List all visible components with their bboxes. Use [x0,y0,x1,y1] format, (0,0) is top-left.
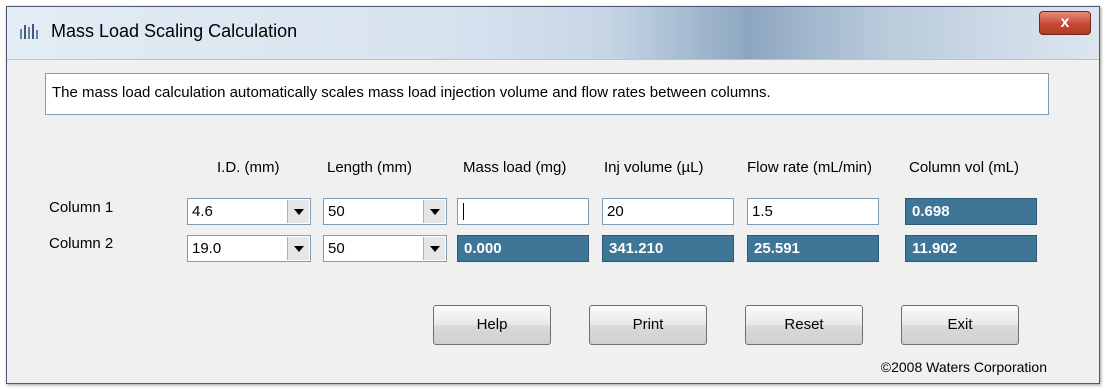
column-1-inj-volume-input[interactable]: 20 [602,198,734,225]
row-label-column-2: Column 2 [49,235,114,252]
description-field[interactable]: The mass load calculation automatically … [45,73,1049,115]
column-2-id-select[interactable]: 19.0 [187,235,311,262]
header-length: Length (mm) [327,159,413,176]
header-column-vol: Column vol (mL) [909,159,1020,176]
column-2-length-select[interactable]: 50 [323,235,447,262]
mass-load-dialog: Mass Load Scaling Calculation x The mass… [6,6,1100,384]
chevron-down-icon[interactable] [423,200,445,223]
column-2-inj-volume-output: 341.210 [602,235,734,262]
column-2-id-value: 19.0 [192,240,222,257]
close-icon: x [1060,14,1070,31]
chevron-down-icon[interactable] [423,237,445,260]
waters-app-icon [20,24,38,39]
header-flow-rate: Flow rate (mL/min) [747,159,873,176]
chevron-down-icon[interactable] [287,237,309,260]
column-1-column-vol-output: 0.698 [905,198,1037,225]
column-1-id-value: 4.6 [192,203,213,220]
close-button[interactable]: x [1039,11,1091,35]
copyright-text: ©2008 Waters Corporation [880,359,1047,375]
exit-button[interactable]: Exit [901,305,1019,345]
column-1-flow-rate-input[interactable]: 1.5 [747,198,879,225]
column-1-length-select[interactable]: 50 [323,198,447,225]
column-1-length-value: 50 [328,203,345,220]
header-inj-volume: Inj volume (µL) [604,159,704,176]
column-2-column-vol-output: 11.902 [905,235,1037,262]
help-button[interactable]: Help [433,305,551,345]
column-2-flow-rate-output: 25.591 [747,235,879,262]
print-button[interactable]: Print [589,305,707,345]
row-label-column-1: Column 1 [49,199,114,216]
header-id: I.D. (mm) [217,159,280,176]
column-2-mass-load-output: 0.000 [457,235,589,262]
column-1-mass-load-input[interactable] [457,198,589,225]
column-1-id-select[interactable]: 4.6 [187,198,311,225]
column-2-length-value: 50 [328,240,345,257]
window-title: Mass Load Scaling Calculation [51,21,298,41]
chevron-down-icon[interactable] [287,200,309,223]
header-mass-load: Mass load (mg) [463,159,567,176]
reset-button[interactable]: Reset [745,305,863,345]
title-bar[interactable]: Mass Load Scaling Calculation x [7,7,1099,60]
